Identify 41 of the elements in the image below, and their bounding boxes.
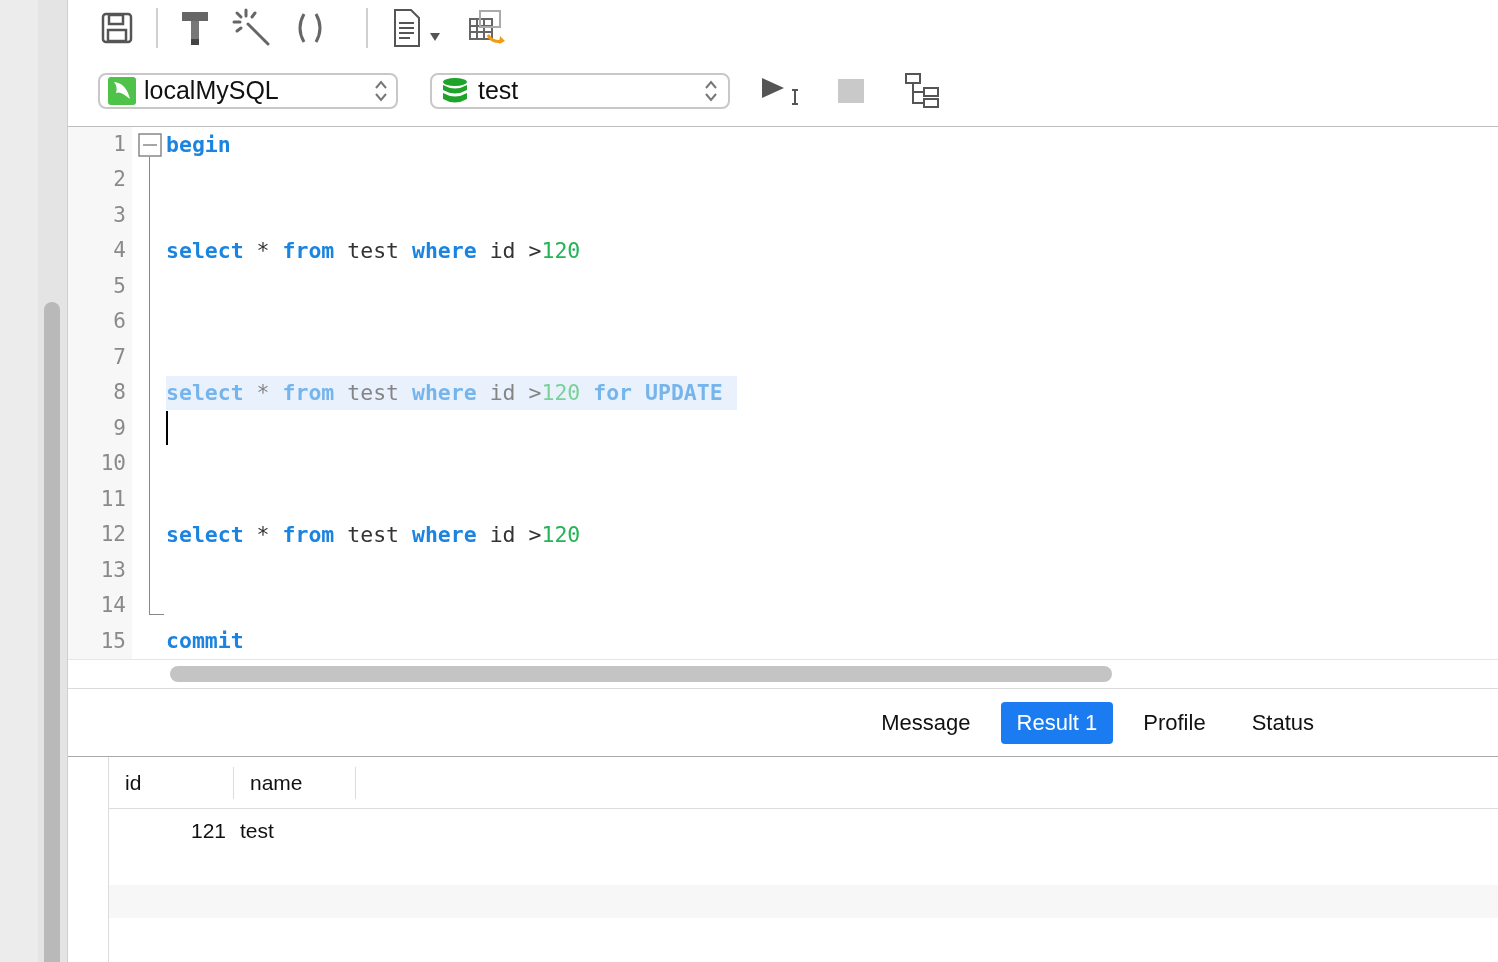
line-number: 5 [113, 272, 126, 300]
line-number: 10 [100, 450, 126, 478]
stepper-icon [374, 79, 388, 103]
table-cell-text: test [239, 817, 275, 844]
line-number: 4 [113, 237, 126, 265]
stepper-icon [704, 79, 718, 103]
code-line: select * from test where id >120 [166, 237, 581, 265]
line-number: 6 [113, 308, 126, 336]
line-number: 8 [113, 379, 126, 407]
result-tab[interactable]: Profile [1127, 701, 1222, 744]
line-number: 14 [100, 592, 126, 620]
hammer-icon[interactable] [180, 10, 210, 46]
column-header[interactable]: name [233, 766, 355, 799]
line-number: 9 [113, 414, 126, 442]
magic-wand-icon[interactable] [232, 8, 272, 48]
result-tab[interactable]: Status [1235, 701, 1330, 744]
explain-tree-icon[interactable] [904, 72, 942, 110]
result-tab[interactable]: Result 1 [1000, 701, 1114, 744]
code-line: select * from test where id >120 [166, 520, 581, 549]
database-name: test [478, 75, 520, 107]
line-number: 3 [113, 201, 126, 229]
code-line: begin [166, 130, 231, 159]
line-number: 1 [113, 131, 126, 158]
line-number: 15 [100, 627, 126, 655]
horizontal-scrollbar-thumb[interactable] [170, 666, 1112, 682]
line-number: 2 [113, 166, 126, 194]
connection-name: localMySQL [144, 75, 280, 107]
column-header[interactable]: id [109, 766, 233, 799]
line-number: 7 [113, 343, 126, 371]
table-export-icon[interactable] [468, 9, 508, 47]
scrollbar-thumb[interactable] [44, 302, 60, 962]
line-number: 11 [100, 485, 126, 513]
database-select[interactable]: test [430, 73, 730, 109]
connection-select[interactable]: localMySQL [98, 73, 398, 109]
database-icon [442, 77, 468, 105]
line-number: 12 [100, 521, 126, 549]
result-tab[interactable]: Message [865, 701, 987, 744]
code-line: commit [166, 627, 244, 656]
table-cell-text: 121 [189, 817, 227, 844]
save-icon[interactable] [100, 11, 134, 45]
line-number: 13 [100, 556, 126, 584]
